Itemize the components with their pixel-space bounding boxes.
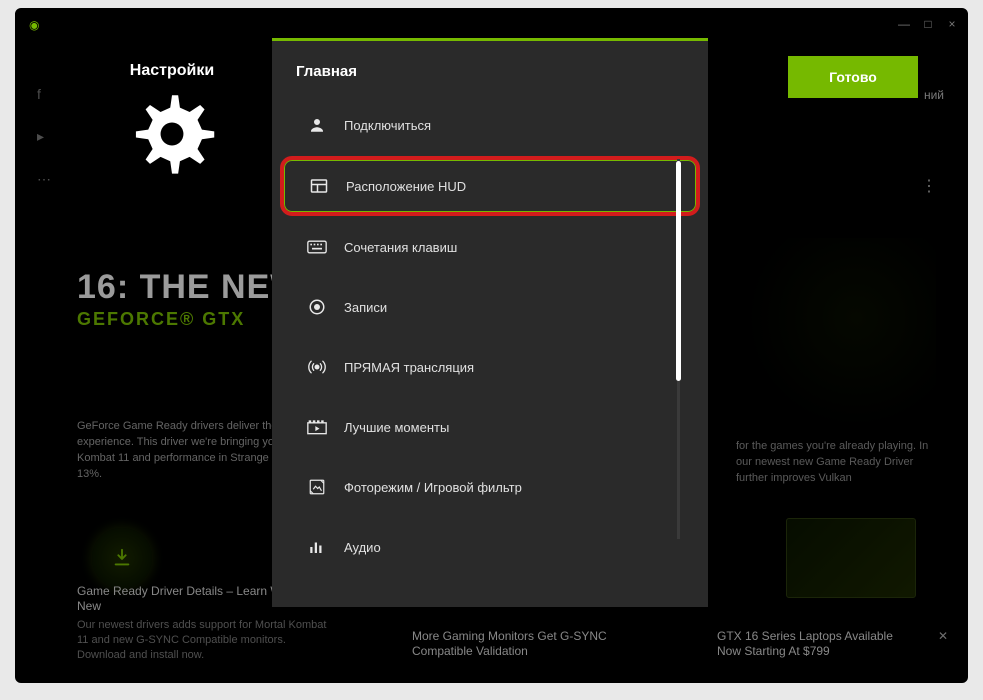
gear-icon (128, 90, 216, 178)
menu-item-label: ПРЯМАЯ трансляция (344, 360, 474, 375)
photo-filter-icon (306, 476, 328, 498)
maximize-button[interactable]: □ (922, 18, 934, 30)
settings-title: Настройки (77, 62, 267, 80)
audio-bars-icon (306, 536, 328, 558)
menu-item-hud-layout[interactable]: Расположение HUD (280, 156, 700, 216)
app-window: ◉ — □ × f ▸ ⋯ 16: THE NEW GEFORCE® GTX G… (15, 8, 968, 683)
menu-item-label: Лучшие моменты (344, 420, 449, 435)
settings-panel: Главная Подключиться Расположение HUD Со… (272, 41, 708, 607)
person-icon (306, 114, 328, 136)
menu-item-audio[interactable]: Аудио (280, 518, 700, 576)
menu-item-connect[interactable]: Подключиться (280, 96, 700, 154)
film-icon (306, 416, 328, 438)
behind-text-fragment: ний (924, 88, 944, 102)
done-button[interactable]: Готово (788, 56, 918, 98)
done-button-label: Готово (829, 69, 877, 85)
scrollbar-thumb[interactable] (676, 161, 681, 381)
menu-item-label: Записи (344, 300, 387, 315)
close-button[interactable]: × (946, 18, 958, 30)
menu-item-label: Расположение HUD (346, 179, 466, 194)
broadcast-icon (306, 356, 328, 378)
menu-item-broadcast[interactable]: ПРЯМАЯ трансляция (280, 338, 700, 396)
menu-item-label: Фоторежим / Игровой фильтр (344, 480, 522, 495)
panel-title: Главная (272, 63, 708, 94)
nvidia-logo-icon: ◉ (29, 18, 39, 32)
menu-item-shortcuts[interactable]: Сочетания клавиш (280, 218, 700, 276)
menu-item-label: Аудио (344, 540, 381, 555)
menu-item-photomode[interactable]: Фоторежим / Игровой фильтр (280, 458, 700, 516)
settings-header: Настройки (77, 62, 267, 178)
menu-item-recordings[interactable]: Записи (280, 278, 700, 336)
menu-item-label: Сочетания клавиш (344, 240, 457, 255)
menu-item-highlights[interactable]: Лучшие моменты (280, 398, 700, 456)
record-icon (306, 296, 328, 318)
title-bar: — □ × (17, 10, 966, 38)
keyboard-icon (306, 236, 328, 258)
minimize-button[interactable]: — (898, 18, 910, 30)
layout-icon (308, 175, 330, 197)
menu-item-label: Подключиться (344, 118, 431, 133)
